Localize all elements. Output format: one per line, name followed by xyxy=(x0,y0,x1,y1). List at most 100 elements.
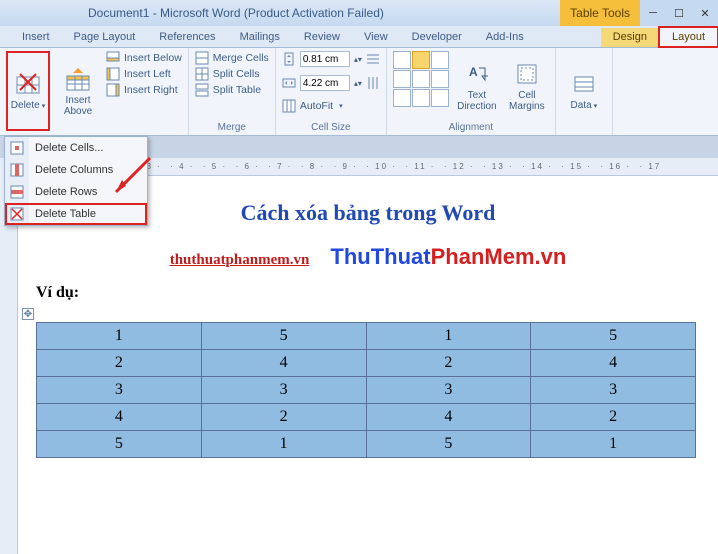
table-cell[interactable]: 2 xyxy=(37,350,202,377)
split-cells-icon xyxy=(195,67,209,81)
col-width-input[interactable] xyxy=(300,75,350,91)
table-cell[interactable]: 3 xyxy=(366,377,531,404)
table-row[interactable]: 5151 xyxy=(37,431,696,458)
table-cell[interactable]: 5 xyxy=(531,323,696,350)
group-alignment-label: Alignment xyxy=(393,122,549,133)
text-direction-button[interactable]: A Text Direction xyxy=(455,51,499,120)
distribute-rows-icon[interactable] xyxy=(366,52,380,66)
document-table[interactable]: 15152424333342425151 xyxy=(36,322,696,458)
table-cell[interactable]: 2 xyxy=(366,350,531,377)
insert-left-icon xyxy=(106,67,120,81)
group-cellsize-label: Cell Size xyxy=(282,122,380,133)
svg-text:A: A xyxy=(469,65,478,79)
merge-cells-button[interactable]: Merge Cells xyxy=(195,51,269,65)
table-cell[interactable]: 4 xyxy=(201,350,366,377)
site-link: thuthuatphanmem.vn xyxy=(170,252,310,268)
table-row[interactable]: 3333 xyxy=(37,377,696,404)
insert-above-button[interactable]: Insert Above xyxy=(56,51,100,131)
align-top-right[interactable] xyxy=(431,51,449,69)
align-mid-left[interactable] xyxy=(393,70,411,88)
tab-design[interactable]: Design xyxy=(601,28,659,47)
window-title: Document1 - Microsoft Word (Product Acti… xyxy=(88,6,384,20)
tab-mailings[interactable]: Mailings xyxy=(228,28,292,47)
document-page[interactable]: Cách xóa bảng trong Word thuthuatphanmem… xyxy=(18,176,718,554)
delete-dropdown: Delete Cells... Delete Columns Delete Ro… xyxy=(4,136,148,226)
table-cell[interactable]: 3 xyxy=(201,377,366,404)
tab-developer[interactable]: Developer xyxy=(400,28,474,47)
ribbon: Delete Insert Above Insert Below Insert … xyxy=(0,48,718,136)
close-button[interactable]: ✕ xyxy=(692,0,718,26)
delete-table-icon xyxy=(14,70,42,98)
align-bot-left[interactable] xyxy=(393,89,411,107)
split-cells-button[interactable]: Split Cells xyxy=(195,67,269,81)
table-cell[interactable]: 1 xyxy=(366,323,531,350)
distribute-cols-icon[interactable] xyxy=(366,76,380,90)
table-cell[interactable]: 3 xyxy=(37,377,202,404)
delete-table-menu-icon xyxy=(5,203,29,225)
tab-page-layout[interactable]: Page Layout xyxy=(62,28,148,47)
align-bot-center[interactable] xyxy=(412,89,430,107)
stepper-icon[interactable]: ▴▾ xyxy=(354,55,362,64)
split-table-button[interactable]: Split Table xyxy=(195,83,269,97)
align-mid-center[interactable] xyxy=(412,70,430,88)
group-data: Data xyxy=(556,48,613,135)
insert-above-icon xyxy=(64,65,92,93)
table-cell[interactable]: 5 xyxy=(201,323,366,350)
cell-margins-button[interactable]: Cell Margins xyxy=(505,51,549,120)
table-cell[interactable]: 5 xyxy=(366,431,531,458)
tab-view[interactable]: View xyxy=(352,28,400,47)
minimize-button[interactable]: ─ xyxy=(640,0,666,26)
insert-right-button[interactable]: Insert Right xyxy=(106,83,182,97)
delete-columns-item[interactable]: Delete Columns xyxy=(5,159,147,181)
tab-review[interactable]: Review xyxy=(292,28,352,47)
table-cell[interactable]: 3 xyxy=(531,377,696,404)
delete-label: Delete xyxy=(11,100,45,112)
tab-add-ins[interactable]: Add-Ins xyxy=(474,28,536,47)
table-cell[interactable]: 4 xyxy=(366,404,531,431)
merge-cells-icon xyxy=(195,51,209,65)
table-cell[interactable]: 2 xyxy=(201,404,366,431)
align-bot-right[interactable] xyxy=(431,89,449,107)
brand-logo: ThuThuatPhanMem.vn xyxy=(330,244,566,269)
tab-insert[interactable]: Insert xyxy=(10,28,62,47)
group-alignment: A Text Direction Cell Margins Alignment xyxy=(387,48,556,135)
maximize-button[interactable]: ☐ xyxy=(666,0,692,26)
delete-rows-icon xyxy=(5,181,29,203)
text-direction-icon: A xyxy=(463,60,491,88)
delete-cells-item[interactable]: Delete Cells... xyxy=(5,137,147,159)
table-move-handle[interactable]: ✥ xyxy=(22,308,34,320)
insert-left-button[interactable]: Insert Left xyxy=(106,67,182,81)
table-cell[interactable]: 5 xyxy=(37,431,202,458)
table-cell[interactable]: 4 xyxy=(531,350,696,377)
stepper-icon[interactable]: ▴▾ xyxy=(354,79,362,88)
subheading-row: thuthuatphanmem.vn ThuThuatPhanMem.vn xyxy=(36,244,700,270)
table-cell[interactable]: 2 xyxy=(531,404,696,431)
data-icon xyxy=(570,70,598,98)
table-row[interactable]: 2424 xyxy=(37,350,696,377)
table-cell[interactable]: 1 xyxy=(531,431,696,458)
insert-below-button[interactable]: Insert Below xyxy=(106,51,182,65)
table-anchor: ✥ 15152424333342425151 xyxy=(36,322,700,458)
row-height-icon xyxy=(282,52,296,66)
row-height-input[interactable] xyxy=(300,51,350,67)
autofit-icon xyxy=(282,99,296,113)
delete-rows-item[interactable]: Delete Rows xyxy=(5,181,147,203)
table-cell[interactable]: 1 xyxy=(37,323,202,350)
table-row[interactable]: 1515 xyxy=(37,323,696,350)
align-mid-right[interactable] xyxy=(431,70,449,88)
align-top-center[interactable] xyxy=(412,51,430,69)
table-cell[interactable]: 1 xyxy=(201,431,366,458)
autofit-button[interactable]: AutoFit xyxy=(282,99,380,113)
insert-below-icon xyxy=(106,51,120,65)
insert-right-icon xyxy=(106,83,120,97)
title-bar: Document1 - Microsoft Word (Product Acti… xyxy=(0,0,718,26)
tab-references[interactable]: References xyxy=(147,28,227,47)
table-cell[interactable]: 4 xyxy=(37,404,202,431)
delete-table-item[interactable]: Delete Table xyxy=(5,203,147,225)
delete-button[interactable]: Delete xyxy=(6,51,50,131)
tab-layout[interactable]: Layout xyxy=(659,27,718,47)
align-top-left[interactable] xyxy=(393,51,411,69)
split-table-icon xyxy=(195,83,209,97)
data-button[interactable]: Data xyxy=(562,51,606,131)
table-row[interactable]: 4242 xyxy=(37,404,696,431)
